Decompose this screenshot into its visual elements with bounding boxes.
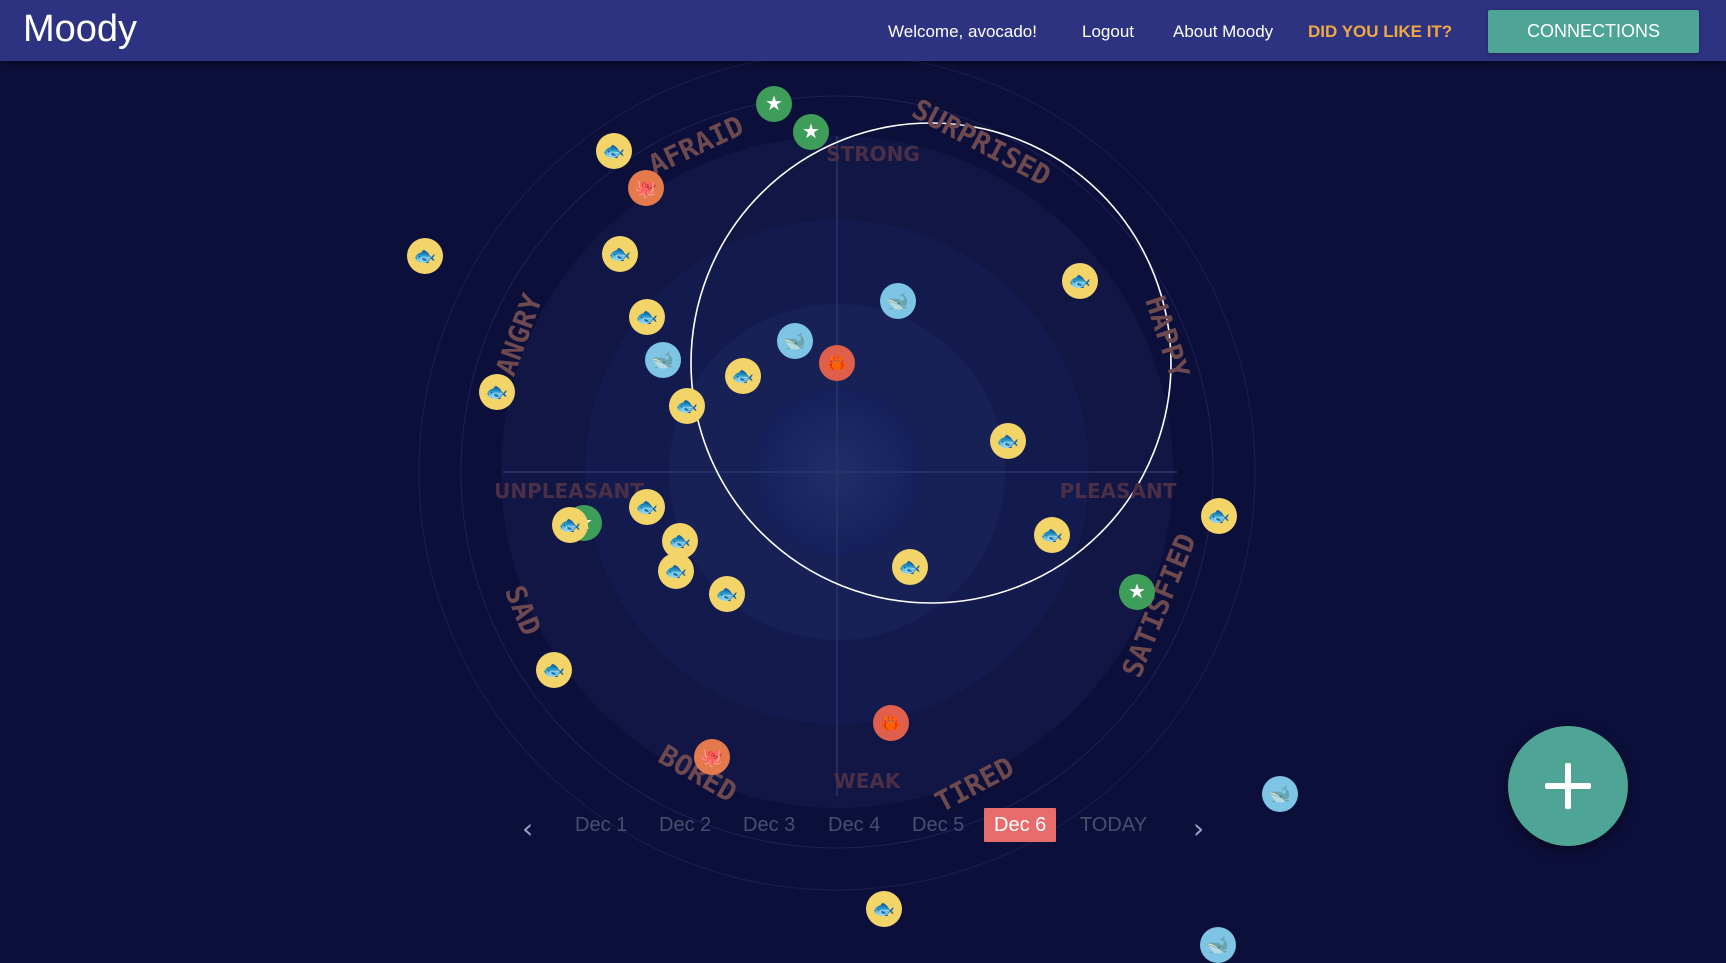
fish-mood[interactable]: 🐟 [629,299,665,335]
whale-icon: 🐋 [1268,784,1292,804]
fish-icon: 🐟 [558,515,582,535]
octopus-mood[interactable]: 🐙 [694,739,730,775]
feedback-link[interactable]: DID YOU LIKE IT? [1308,22,1452,42]
fish-mood[interactable]: 🐟 [536,652,572,688]
fish-icon: 🐟 [635,497,659,517]
fish-icon: 🐟 [602,141,626,161]
fish-icon: 🐟 [898,557,922,577]
fish-mood[interactable]: 🐟 [709,576,745,612]
fish-mood[interactable]: 🐟 [658,553,694,589]
whale-mood[interactable]: 🐋 [1200,927,1236,963]
logout-link[interactable]: Logout [1082,22,1134,42]
app-logo[interactable]: Moody [23,10,137,48]
axis-label-unpleasant: UNPLEASANT [494,479,644,503]
fish-mood[interactable]: 🐟 [479,374,515,410]
crab-mood[interactable]: 🦀 [819,345,855,381]
welcome-text: Welcome, avocado! [888,22,1037,41]
axis-label-weak: WEAK [834,769,902,793]
whale-icon: 🐋 [783,331,807,351]
fish-mood[interactable]: 🐟 [892,549,928,585]
fish-mood[interactable]: 🐟 [725,358,761,394]
octopus-icon: 🐙 [634,178,658,198]
whale-mood[interactable]: 🐋 [645,342,681,378]
fish-icon: 🐟 [1040,525,1064,545]
fish-mood[interactable]: 🐟 [669,388,705,424]
fish-mood[interactable]: 🐟 [596,133,632,169]
date-item-today[interactable]: TODAY [1080,814,1147,837]
fish-mood[interactable]: 🐟 [1201,498,1237,534]
crab-icon: 🦀 [879,713,903,733]
fish-mood[interactable]: 🐟 [602,236,638,272]
whale-mood[interactable]: 🐋 [777,323,813,359]
starfish-icon: ★ [802,121,820,143]
whale-icon: 🐋 [651,350,675,370]
fish-mood[interactable]: 🐟 [552,507,588,543]
whale-icon: 🐋 [1206,935,1230,955]
axis-label-pleasant: PLEASANT [1060,479,1177,503]
prev-date-arrow[interactable]: ‹ [522,812,533,845]
about-link[interactable]: About Moody [1173,22,1273,42]
fish-icon: 🐟 [635,307,659,327]
fish-icon: 🐟 [542,660,566,680]
next-date-arrow[interactable]: › [1193,812,1204,845]
date-item-dec-2[interactable]: Dec 2 [659,814,711,837]
date-item-selected[interactable]: Dec 6 [984,808,1057,842]
fish-icon: 🐟 [715,584,739,604]
fish-mood[interactable]: 🐟 [1034,517,1070,553]
fish-icon: 🐟 [608,244,632,264]
plus-icon [1545,763,1591,809]
whale-icon: 🐋 [886,291,910,311]
fish-icon: 🐟 [668,531,692,551]
starfish-mood[interactable]: ★ [793,114,829,150]
date-item-dec-4[interactable]: Dec 4 [828,814,880,837]
octopus-icon: 🐙 [700,747,724,767]
date-item-dec-3[interactable]: Dec 3 [743,814,795,837]
fish-icon: 🐟 [1068,271,1092,291]
crab-mood[interactable]: 🦀 [873,705,909,741]
starfish-icon: ★ [765,93,783,115]
crab-icon: 🦀 [825,353,849,373]
date-item-dec-1[interactable]: Dec 1 [575,814,627,837]
starfish-mood[interactable]: ★ [1119,574,1155,610]
top-navbar: Moody Welcome, avocado! Logout About Moo… [0,0,1726,61]
starfish-mood[interactable]: ★ [756,86,792,122]
fish-mood[interactable]: 🐟 [990,423,1026,459]
fish-icon: 🐟 [872,899,896,919]
fish-icon: 🐟 [675,396,699,416]
fish-mood[interactable]: 🐟 [407,238,443,274]
axis-label-strong: STRONG [826,142,920,166]
fish-icon: 🐟 [731,366,755,386]
date-item-dec-5[interactable]: Dec 5 [912,814,964,837]
add-mood-button[interactable] [1508,726,1628,846]
fish-icon: 🐟 [485,382,509,402]
octopus-mood[interactable]: 🐙 [628,170,664,206]
date-selector: ‹ Dec 1 Dec 2 Dec 3 Dec 4 Dec 5 Dec 6 TO… [0,806,1726,845]
starfish-icon: ★ [1128,581,1146,603]
fish-mood[interactable]: 🐟 [1062,263,1098,299]
connections-button[interactable]: CONNECTIONS [1488,10,1699,53]
fish-mood[interactable]: 🐟 [866,891,902,927]
fish-mood[interactable]: 🐟 [629,489,665,525]
fish-icon: 🐟 [664,561,688,581]
whale-mood[interactable]: 🐋 [880,283,916,319]
fish-icon: 🐟 [413,246,437,266]
fish-icon: 🐟 [1207,506,1231,526]
fish-icon: 🐟 [996,431,1020,451]
